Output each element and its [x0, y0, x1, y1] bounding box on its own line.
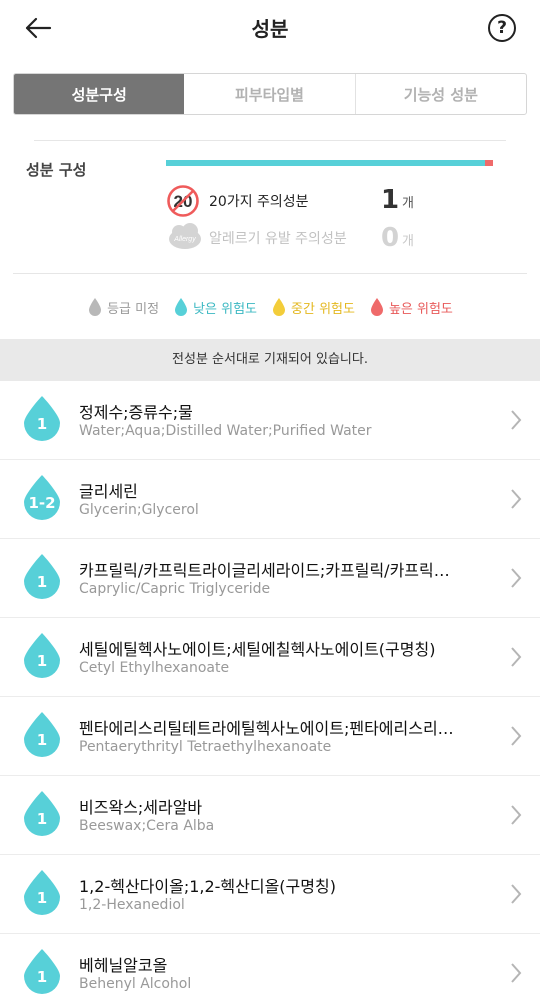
grade-badge: 1 [36, 889, 48, 907]
grade-badge: 1 [36, 810, 48, 828]
list-item[interactable]: 1 카프릴릭/카프릭트라이글리세라이드;카프릴릭/카프릭트라이글리세라이드 Ca… [0, 539, 540, 618]
ingredient-name: 비즈왁스;세라알바 [79, 798, 203, 817]
allergy-label: 알레르기 유발 주의성분 [209, 231, 347, 247]
chevron-right-icon [511, 647, 522, 667]
grade-badge: 1 [36, 652, 48, 670]
allergy-unit: 개 [402, 234, 414, 249]
list-item[interactable]: 1-2 글리세린 Glycerin;Glycerol [0, 460, 540, 539]
legend-low: 낮은 위험도 [173, 294, 257, 320]
chevron-right-icon [511, 884, 522, 904]
legend-label: 낮은 위험도 [193, 301, 258, 317]
ingredient-english: Pentaerythrityl Tetraethylhexanoate [79, 739, 332, 755]
high-risk-segment [484, 160, 493, 166]
ingredient-english: Glycerin;Glycerol [79, 502, 199, 518]
caution-20-label: 20가지 주의성분 [209, 194, 309, 210]
no-20-icon: 20 [167, 185, 199, 217]
legend-high: 높은 위험도 [369, 294, 453, 320]
list-item[interactable]: 1 정제수;증류수;물 Water;Aqua;Distilled Water;P… [0, 381, 540, 460]
legend-label: 등급 미정 [107, 301, 160, 317]
order-notice: 전성분 순서대로 기재되어 있습니다. [0, 339, 540, 381]
grade-badge: 1 [36, 415, 48, 433]
ingredient-english: Water;Aqua;Distilled Water;Purified Wate… [79, 423, 372, 439]
caution-20-unit: 개 [402, 196, 414, 211]
legend-medium: 중간 위험도 [271, 294, 355, 320]
legend-unrated: 등급 미정 [87, 294, 159, 320]
tab-skin-type[interactable]: 피부타입별 [184, 74, 354, 114]
chevron-right-icon [511, 410, 522, 430]
list-item[interactable]: 1 세틸에틸헥사노에이트;세틸에칠헥사노에이트(구명칭) Cetyl Ethyl… [0, 618, 540, 697]
grade-badge: 1 [36, 731, 48, 749]
risk-distribution-bar [166, 160, 493, 166]
tab-functional[interactable]: 기능성 성분 [354, 74, 526, 114]
divider [13, 273, 527, 274]
page-title: 성분 [251, 17, 289, 41]
ingredient-name: 정제수;증류수;물 [79, 403, 193, 422]
composition-label: 성분 구성 [26, 161, 87, 179]
list-item[interactable]: 1 1,2-헥산다이올;1,2-헥산디올(구명칭) 1,2-Hexanediol [0, 855, 540, 934]
chevron-right-icon [511, 963, 522, 983]
caution-20-row: 20 20가지 주의성분 1 개 [166, 184, 496, 217]
chevron-right-icon [511, 726, 522, 746]
list-item[interactable]: 1 비즈왁스;세라알바 Beeswax;Cera Alba [0, 776, 540, 855]
ingredient-name: 1,2-헥산다이올;1,2-헥산디올(구명칭) [79, 877, 336, 896]
risk-legend: 등급 미정 낮은 위험도 중간 위험도 높은 위험도 [0, 294, 540, 320]
ingredient-name: 세틸에틸헥사노에이트;세틸에칠헥사노에이트(구명칭) [79, 640, 436, 659]
grade-badge: 1 [36, 573, 48, 591]
ingredient-english: Cetyl Ethylhexanoate [79, 660, 230, 676]
drop-icon [175, 298, 188, 316]
allergy-cloud-icon: Allergy [169, 223, 201, 249]
ingredient-english: 1,2-Hexanediol [79, 897, 185, 913]
legend-label: 높은 위험도 [388, 301, 453, 317]
ingredient-name: 카프릴릭/카프릭트라이글리세라이드;카프릴릭/카프릭트라이글리세라이드 [79, 561, 454, 580]
allergy-row: Allergy 알레르기 유발 주의성분 0 개 [166, 220, 496, 254]
ingredient-english: Behenyl Alcohol [79, 976, 192, 992]
tab-composition[interactable]: 성분구성 [14, 74, 185, 114]
help-button[interactable]: ? [488, 14, 516, 42]
tab-bar: 성분구성 피부타입별 기능성 성분 [13, 73, 527, 115]
ingredient-english: Caprylic/Capric Triglyceride [79, 581, 271, 597]
app-header: 성분 ? [0, 0, 540, 56]
allergy-count: 0 [381, 223, 400, 253]
grade-badge: 1-2 [28, 494, 56, 512]
ingredient-name: 베헤닐알코올 [79, 956, 168, 975]
chevron-right-icon [511, 568, 522, 588]
chevron-right-icon [511, 489, 522, 509]
legend-label: 중간 위험도 [291, 301, 355, 317]
caution-20-count: 1 [381, 185, 400, 215]
list-item[interactable]: 1 펜타에리스리틸테트라에틸헥사노에이트;펜타에리스리틸테트라에칠헥사노에이트 … [0, 697, 540, 776]
drop-icon [370, 298, 383, 316]
ingredient-name: 글리세린 [79, 482, 138, 501]
ingredient-name: 펜타에리스리틸테트라에틸헥사노에이트;펜타에리스리틸테트라에칠헥사노에이트 [79, 719, 454, 738]
drop-icon [89, 298, 102, 316]
ingredient-english: Beeswax;Cera Alba [79, 818, 215, 834]
divider [34, 140, 506, 141]
drop-icon [273, 298, 286, 316]
chevron-right-icon [511, 805, 522, 825]
svg-text:Allergy: Allergy [173, 236, 196, 243]
ingredient-list: 1 정제수;증류수;물 Water;Aqua;Distilled Water;P… [0, 381, 540, 1008]
grade-badge: 1 [36, 968, 48, 986]
list-item[interactable]: 1 베헤닐알코올 Behenyl Alcohol [0, 934, 540, 1008]
